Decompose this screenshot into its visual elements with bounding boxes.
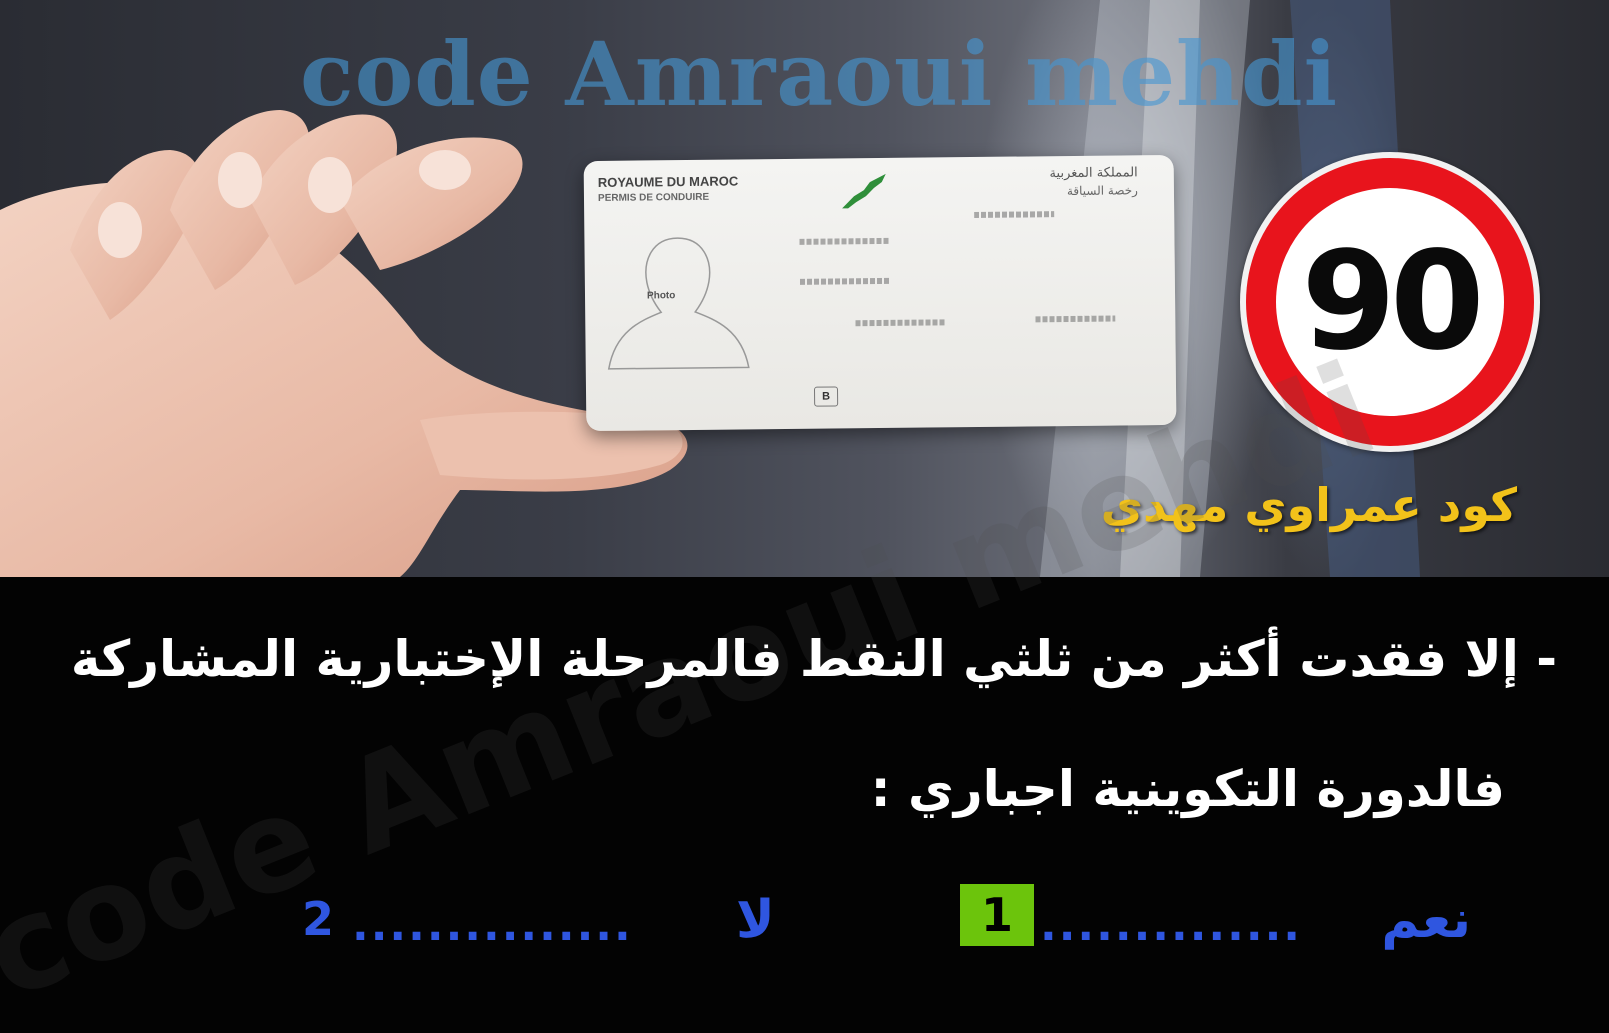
card-field <box>799 237 890 245</box>
question-line-1: - إلا فقدت أكثر من ثلثي النقط فالمرحلة ا… <box>70 630 1557 688</box>
card-field <box>974 211 1055 219</box>
card-field <box>1035 315 1116 323</box>
photo-placeholder-icon <box>607 237 750 370</box>
answer-no-number[interactable]: 2 <box>302 892 334 946</box>
answer-yes-label[interactable]: نعم <box>1381 890 1471 950</box>
answer-yes-number-selected[interactable]: 1 <box>960 884 1034 946</box>
hero-photo: ROYAUME DU MAROC PERMIS DE CONDUIRE المم… <box>0 0 1609 577</box>
quiz-frame: ROYAUME DU MAROC PERMIS DE CONDUIRE المم… <box>0 0 1609 1033</box>
card-field <box>855 319 946 327</box>
answer-no-dots: ............... <box>352 900 633 951</box>
morocco-map-icon <box>842 173 886 209</box>
card-subheader-ar: رخصة السياقة <box>1066 183 1139 199</box>
card-header-fr: ROYAUME DU MAROC <box>597 173 739 190</box>
card-header-ar: المملكة المغربية <box>1049 165 1138 182</box>
driving-license-card: ROYAUME DU MAROC PERMIS DE CONDUIRE المم… <box>583 154 1177 432</box>
watermark-top: code Amraoui mehdi <box>300 22 1338 126</box>
license-category-badge: B <box>813 386 839 407</box>
card-field <box>799 277 890 285</box>
photo-label: Photo <box>646 290 676 302</box>
answer-yes-dots: .............. <box>1040 900 1303 951</box>
card-subheader-fr: PERMIS DE CONDUIRE <box>597 191 710 204</box>
question-line-2: فالدورة التكوينية اجباري : <box>870 760 1505 818</box>
answer-no-label[interactable]: لا <box>736 890 775 950</box>
